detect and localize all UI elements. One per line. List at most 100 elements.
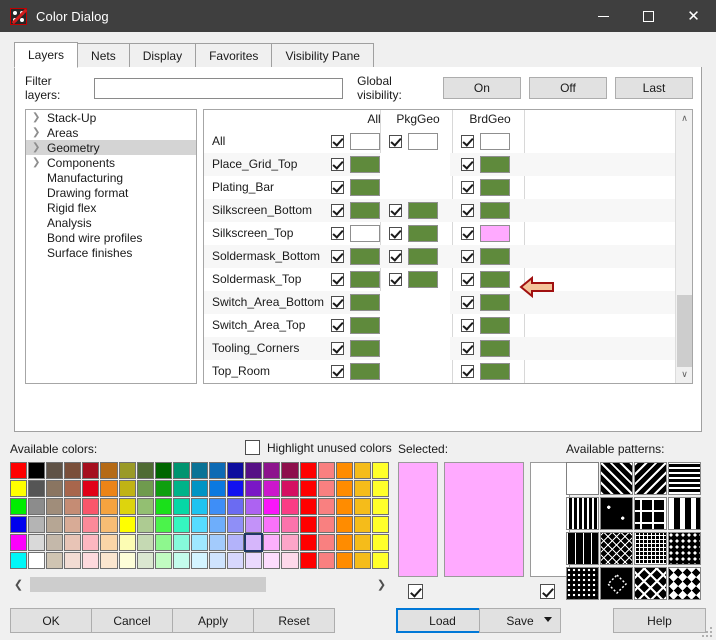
resize-grip-icon[interactable] (702, 627, 712, 637)
palette-color-swatch[interactable] (263, 534, 281, 551)
palette-color-swatch[interactable] (335, 498, 353, 515)
palette-color-swatch[interactable] (28, 480, 46, 497)
visibility-checkbox-brd[interactable] (461, 181, 474, 194)
visibility-checkbox-all[interactable] (331, 227, 344, 240)
palette-color-swatch[interactable] (190, 462, 209, 479)
palette-color-swatch[interactable] (28, 516, 46, 533)
palette-color-swatch[interactable] (227, 534, 245, 551)
palette-color-swatch[interactable] (82, 534, 100, 551)
pattern-swatch-crosshatch-diag[interactable] (600, 532, 633, 565)
palette-color-swatch[interactable] (10, 534, 28, 551)
palette-color-swatch[interactable] (64, 516, 82, 533)
palette-color-swatch[interactable] (136, 534, 154, 551)
table-vertical-scrollbar[interactable]: ∧ ∨ (675, 110, 692, 383)
scroll-left-icon[interactable]: ❮ (10, 576, 27, 593)
selected-secondary-checkbox[interactable] (540, 584, 555, 599)
palette-color-swatch[interactable] (371, 462, 389, 479)
selected-swatch-preview[interactable] (444, 462, 524, 577)
palette-color-swatch[interactable] (154, 552, 172, 569)
color-swatch-pkg[interactable] (408, 133, 438, 150)
palette-color-swatch[interactable] (371, 480, 389, 497)
palette-color-swatch[interactable] (353, 516, 371, 533)
palette-color-swatch[interactable] (245, 552, 263, 569)
palette-color-swatch[interactable] (46, 462, 64, 479)
available-patterns-grid[interactable] (566, 462, 706, 602)
palette-color-swatch[interactable] (371, 498, 389, 515)
help-button[interactable]: Help (613, 608, 706, 633)
palette-color-swatch[interactable] (299, 480, 317, 497)
palette-color-swatch[interactable] (281, 498, 299, 515)
palette-color-swatch[interactable] (154, 462, 172, 479)
palette-color-swatch[interactable] (136, 462, 154, 479)
pattern-swatch-horizontal-lines[interactable] (668, 462, 701, 495)
tree-item-areas[interactable]: ❯ Areas (26, 125, 196, 140)
chevron-right-icon[interactable]: ❯ (32, 112, 46, 123)
color-swatch-brd[interactable] (480, 133, 510, 150)
palette-color-swatch[interactable] (353, 534, 371, 551)
palette-color-swatch[interactable] (172, 480, 190, 497)
palette-color-swatch[interactable] (281, 480, 299, 497)
palette-color-swatch[interactable] (281, 462, 299, 479)
palette-color-swatch[interactable] (100, 516, 118, 533)
palette-color-swatch[interactable] (371, 534, 389, 551)
color-swatch-brd[interactable] (480, 156, 510, 173)
palette-color-swatch[interactable] (82, 498, 100, 515)
pattern-swatch-diagonal-back-dotted[interactable] (600, 462, 633, 495)
palette-color-swatch[interactable] (317, 534, 335, 551)
chevron-right-icon[interactable]: ❯ (32, 142, 46, 153)
palette-color-swatch[interactable] (46, 480, 64, 497)
apply-button[interactable]: Apply (172, 608, 254, 633)
visibility-checkbox-pkg[interactable] (389, 135, 402, 148)
palette-color-swatch[interactable] (353, 498, 371, 515)
color-swatch-brd[interactable] (480, 271, 510, 288)
palette-color-swatch[interactable] (227, 516, 245, 533)
layer-category-tree[interactable]: ❯Stack-Up❯Areas❯Geometry❯Components❯Manu… (25, 109, 197, 384)
maximize-button[interactable] (626, 0, 671, 32)
tree-item-bond-wire-profiles[interactable]: ❯Bond wire profiles (26, 230, 196, 245)
palette-color-swatch[interactable] (317, 498, 335, 515)
visibility-checkbox-brd[interactable] (461, 319, 474, 332)
visibility-checkbox-brd[interactable] (461, 250, 474, 263)
visibility-checkbox-all[interactable] (331, 296, 344, 309)
visibility-checkbox-pkg[interactable] (389, 273, 402, 286)
color-swatch-pkg[interactable] (408, 271, 438, 288)
palette-color-swatch[interactable] (263, 480, 281, 497)
visibility-checkbox-pkg[interactable] (389, 204, 402, 217)
palette-color-swatch[interactable] (28, 534, 46, 551)
palette-color-swatch[interactable] (335, 480, 353, 497)
palette-color-swatch[interactable] (46, 498, 64, 515)
scroll-up-icon[interactable]: ∧ (676, 110, 692, 127)
visibility-checkbox-brd[interactable] (461, 365, 474, 378)
cancel-button[interactable]: Cancel (91, 608, 173, 633)
palette-color-swatch[interactable] (209, 516, 227, 533)
palette-color-swatch[interactable] (371, 516, 389, 533)
pattern-swatch-grid-fine[interactable] (634, 532, 667, 565)
palette-color-swatch[interactable] (10, 462, 28, 479)
palette-color-swatch[interactable] (100, 462, 118, 479)
color-swatch-brd[interactable] (480, 225, 510, 242)
palette-color-swatch[interactable] (118, 516, 136, 533)
palette-color-swatch[interactable] (299, 552, 317, 569)
palette-color-swatch[interactable] (227, 480, 245, 497)
tree-item-surface-finishes[interactable]: ❯Surface finishes (26, 245, 196, 260)
close-icon[interactable]: ✕ (671, 0, 716, 32)
palette-color-swatch[interactable] (154, 498, 172, 515)
table-row[interactable]: Soldermask_Top (204, 268, 692, 291)
save-split-button[interactable]: Save (479, 608, 561, 633)
color-swatch-all[interactable] (350, 317, 380, 334)
palette-color-swatch[interactable] (28, 552, 46, 569)
palette-color-swatch[interactable] (28, 498, 46, 515)
palette-color-swatch[interactable] (190, 498, 209, 515)
palette-color-swatch[interactable] (28, 462, 46, 479)
palette-color-swatch[interactable] (118, 462, 136, 479)
pattern-swatch-solid-blank[interactable] (566, 462, 599, 495)
palette-color-swatch[interactable] (245, 498, 263, 515)
palette-color-swatch[interactable] (10, 480, 28, 497)
filter-layers-input[interactable] (93, 77, 344, 99)
visibility-checkbox-brd[interactable] (461, 273, 474, 286)
palette-color-swatch[interactable] (100, 480, 118, 497)
color-swatch-pkg[interactable] (408, 225, 438, 242)
color-swatch-brd[interactable] (480, 294, 510, 311)
visibility-checkbox-brd[interactable] (461, 204, 474, 217)
palette-color-swatch[interactable] (245, 480, 263, 497)
